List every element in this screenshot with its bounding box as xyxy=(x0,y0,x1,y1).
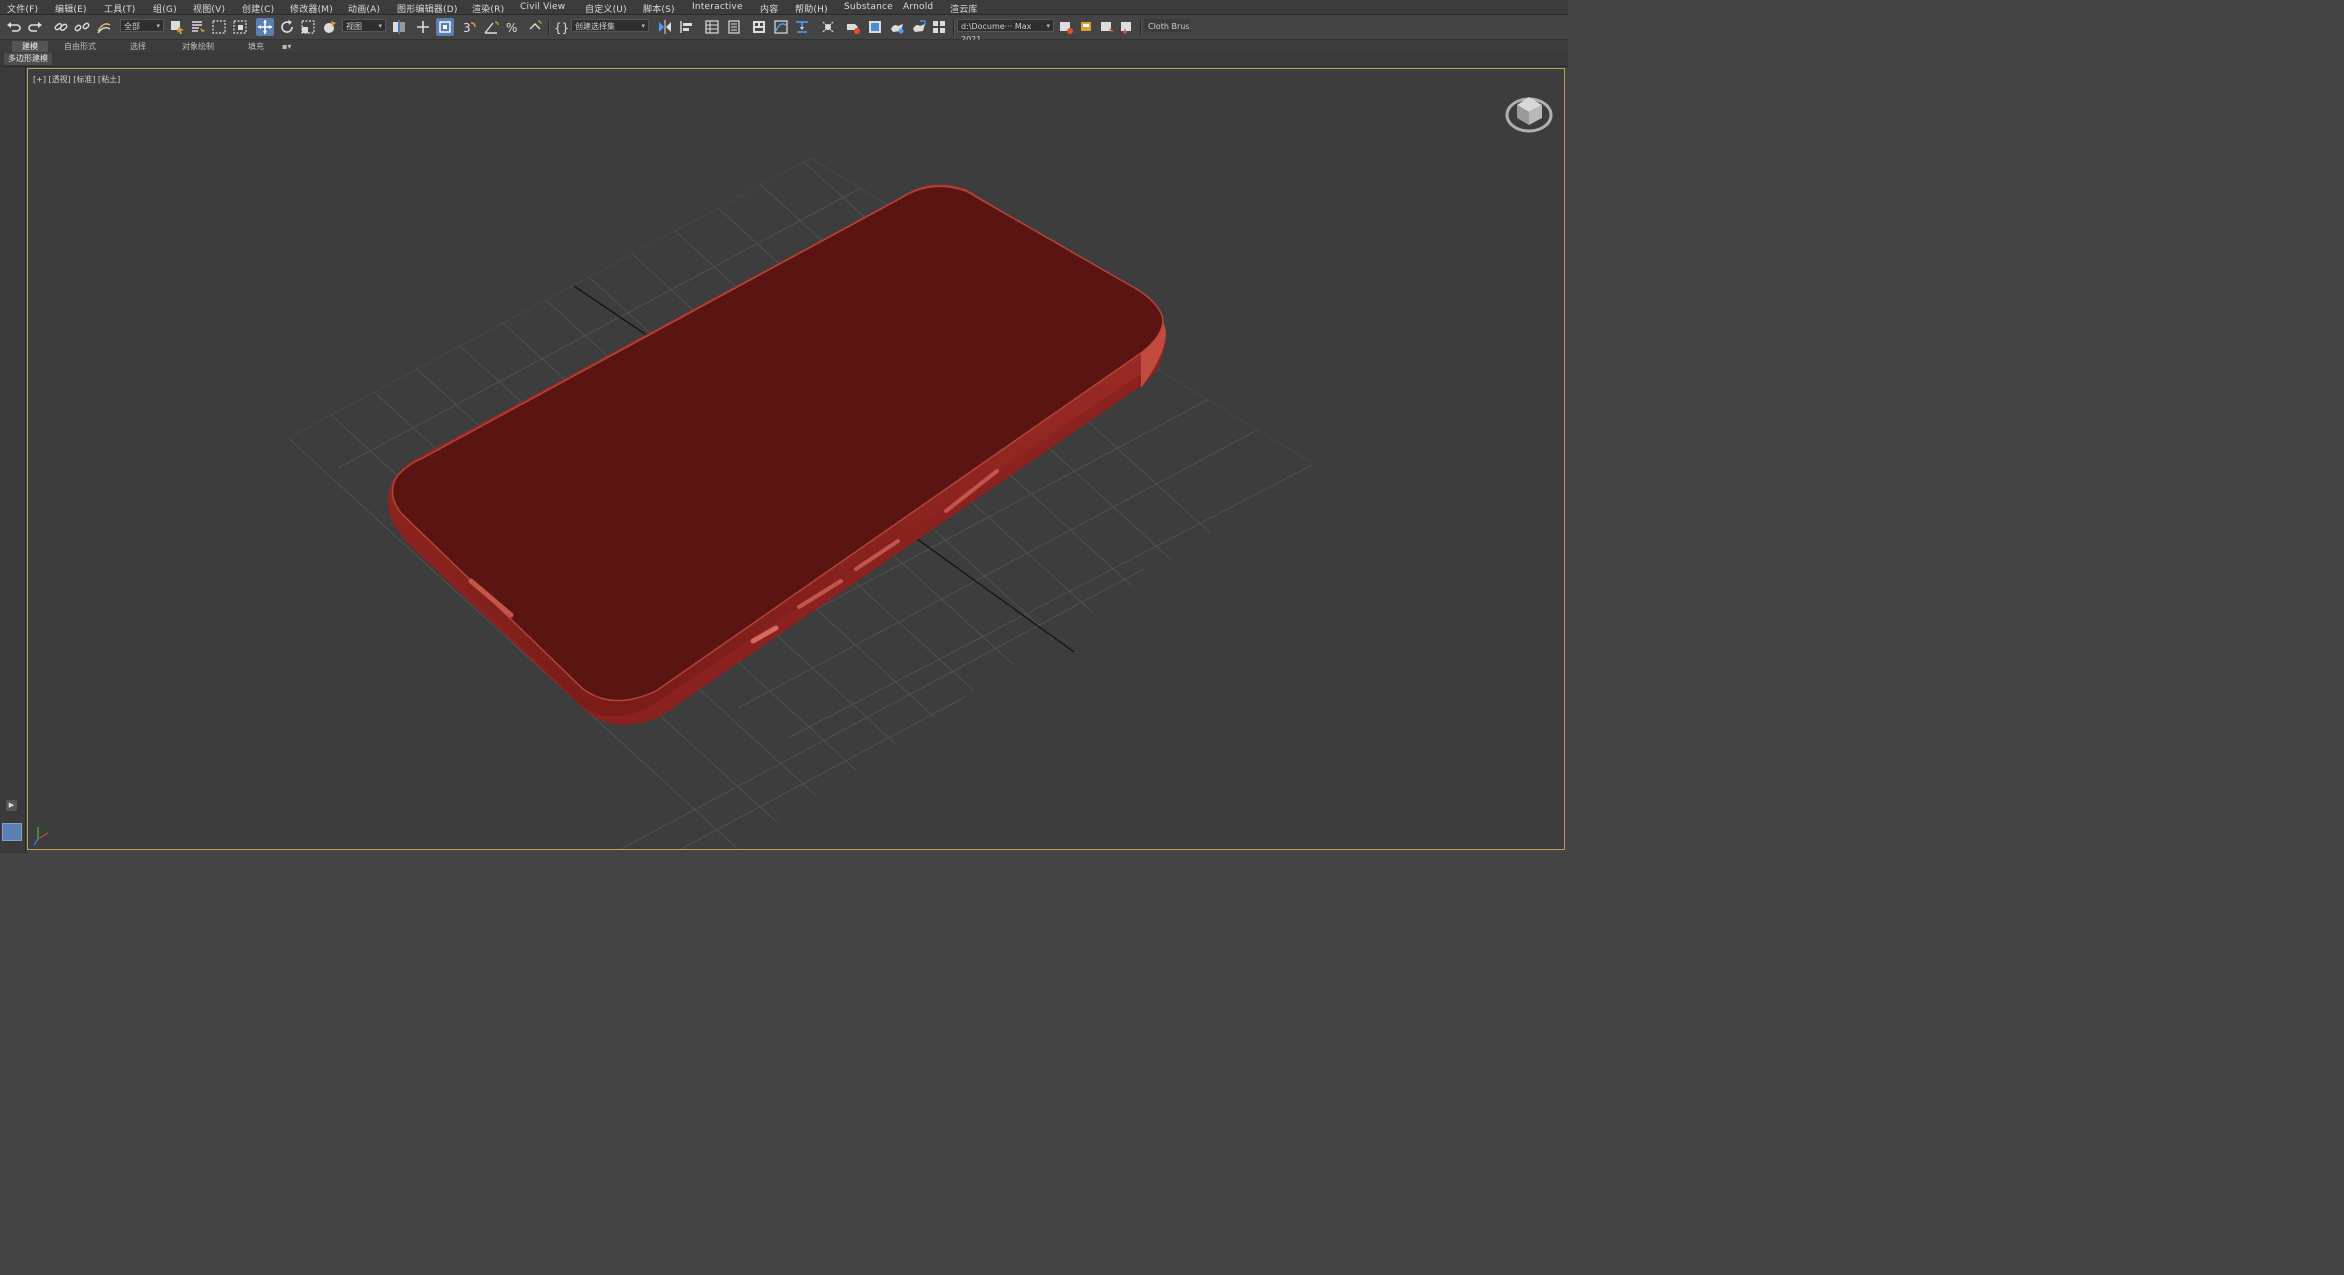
material-editor-icon[interactable] xyxy=(819,18,837,36)
rectangular-selection-icon[interactable] xyxy=(210,18,228,36)
render-iterative-icon[interactable] xyxy=(910,18,928,36)
menu-graph-editors[interactable]: 图形编辑器(D) xyxy=(397,2,458,15)
expand-arrow-icon[interactable]: ▶ xyxy=(6,800,17,811)
menu-arnold[interactable]: Arnold xyxy=(903,2,933,12)
viewport-layout-icon[interactable] xyxy=(2,823,22,841)
tab-polygon-modeling[interactable]: 多边形建模 xyxy=(4,53,52,65)
select-and-rotate-icon[interactable] xyxy=(278,18,296,36)
open-file-icon[interactable] xyxy=(1057,18,1075,36)
select-and-move-icon[interactable] xyxy=(256,18,274,36)
named-selection-dropdown[interactable]: 创建选择集 ▾ xyxy=(571,19,649,32)
schematic-view-icon[interactable] xyxy=(793,18,811,36)
percent-snap-icon[interactable]: % xyxy=(504,18,522,36)
tab-freeform[interactable]: 自由形式 xyxy=(54,41,106,52)
menu-group[interactable]: 组(G) xyxy=(153,2,177,15)
select-and-place-icon[interactable] xyxy=(320,18,338,36)
window-crossing-icon[interactable] xyxy=(231,18,249,36)
menu-bar: 文件(F) 编辑(E) 工具(T) 组(G) 视图(V) 创建(C) 修改器(M… xyxy=(0,0,1568,15)
selection-filter-dropdown[interactable]: 全部 ▾ xyxy=(120,19,164,32)
menu-modifiers[interactable]: 修改器(M) xyxy=(290,2,333,15)
svg-text:3: 3 xyxy=(463,21,471,35)
bind-space-warp-icon[interactable] xyxy=(95,18,113,36)
curve-editor-icon[interactable] xyxy=(772,18,790,36)
menu-create[interactable]: 创建(C) xyxy=(242,2,274,15)
reference-coordinate-dropdown[interactable]: 视图 ▾ xyxy=(342,19,386,32)
axis-tripod-icon xyxy=(33,827,49,846)
menu-tools[interactable]: 工具(T) xyxy=(104,2,136,15)
menu-scripting[interactable]: 脚本(S) xyxy=(643,2,675,15)
render-setup-icon[interactable] xyxy=(844,18,862,36)
undo-icon[interactable] xyxy=(5,18,23,36)
menu-customize[interactable]: 自定义(U) xyxy=(585,2,627,15)
select-and-scale-icon[interactable] xyxy=(299,18,317,36)
cloth-brush-field[interactable]: Cloth Brush xyxy=(1144,19,1190,32)
svg-text:%: % xyxy=(506,21,517,35)
tab-populate[interactable]: 填充 xyxy=(238,41,274,52)
menu-render-cloud[interactable]: 渲云库 xyxy=(950,2,978,15)
tab-object-paint[interactable]: 对象绘制 xyxy=(172,41,224,52)
pivot-center-icon[interactable] xyxy=(390,18,408,36)
menu-civil-view[interactable]: Civil View xyxy=(520,2,565,12)
layer-explorer-icon[interactable] xyxy=(725,18,743,36)
workspace-tool-icon[interactable] xyxy=(1118,18,1136,36)
menu-views[interactable]: 视图(V) xyxy=(193,2,225,15)
keyboard-shortcut-override-icon[interactable] xyxy=(436,18,454,36)
project-tool-icon[interactable] xyxy=(1098,18,1116,36)
render-in-cloud-icon[interactable] xyxy=(930,18,948,36)
spinner-snap-icon[interactable] xyxy=(526,18,544,36)
viewcube-icon[interactable] xyxy=(1505,97,1553,133)
menu-content[interactable]: 内容 xyxy=(760,2,778,15)
grid-axis-line xyxy=(905,530,1075,653)
scene-explorer-icon[interactable] xyxy=(703,18,721,36)
menu-file[interactable]: 文件(F) xyxy=(7,2,38,15)
menu-substance[interactable]: Substance xyxy=(844,2,893,12)
ribbon-subbar: 多边形建模 xyxy=(0,52,1568,67)
ribbon-tabs: 建模 自由形式 选择 对象绘制 填充 ▪▾ xyxy=(0,40,1568,52)
menu-rendering[interactable]: 渲染(R) xyxy=(472,2,504,15)
menu-animation[interactable]: 动画(A) xyxy=(348,2,380,15)
edit-named-selection-icon[interactable]: {} xyxy=(552,18,570,36)
project-folder-dropdown[interactable]: d:\Docume··· Max 2021▾ xyxy=(957,19,1054,44)
rendered-frame-window-icon[interactable] xyxy=(866,18,884,36)
svg-text:{}: {} xyxy=(554,21,569,35)
viewport-scene xyxy=(33,97,1553,849)
toggle-ribbon-icon[interactable] xyxy=(750,18,768,36)
unlink-icon[interactable] xyxy=(73,18,91,36)
select-object-icon[interactable] xyxy=(168,18,186,36)
redo-icon[interactable] xyxy=(26,18,44,36)
select-manipulate-icon[interactable] xyxy=(414,18,432,36)
perspective-viewport[interactable]: [+] [透视] [标准] [粘土] xyxy=(27,68,1565,850)
tab-selection[interactable]: 选择 xyxy=(120,41,156,52)
align-icon[interactable] xyxy=(678,18,696,36)
render-production-icon[interactable] xyxy=(888,18,906,36)
left-command-strip: ▶ xyxy=(0,67,26,853)
menu-interactive[interactable]: Interactive xyxy=(692,2,743,12)
save-file-icon[interactable] xyxy=(1078,18,1096,36)
menu-help[interactable]: 帮助(H) xyxy=(795,2,828,15)
link-icon[interactable] xyxy=(52,18,70,36)
tab-modeling[interactable]: 建模 xyxy=(12,41,48,52)
grid-axis-line xyxy=(573,285,652,339)
angle-snap-icon[interactable] xyxy=(482,18,500,36)
select-by-name-icon[interactable] xyxy=(189,18,207,36)
snaps-toggle-icon[interactable]: 3 xyxy=(460,18,478,36)
ribbon-options-icon[interactable]: ▪▾ xyxy=(278,41,295,52)
main-toolbar: 全部▾ 视图▾ 3 % {} 创建选择集▾ d:\Docume··· Max 2… xyxy=(0,15,1568,44)
mirror-icon[interactable] xyxy=(656,18,674,36)
menu-edit[interactable]: 编辑(E) xyxy=(55,2,87,15)
